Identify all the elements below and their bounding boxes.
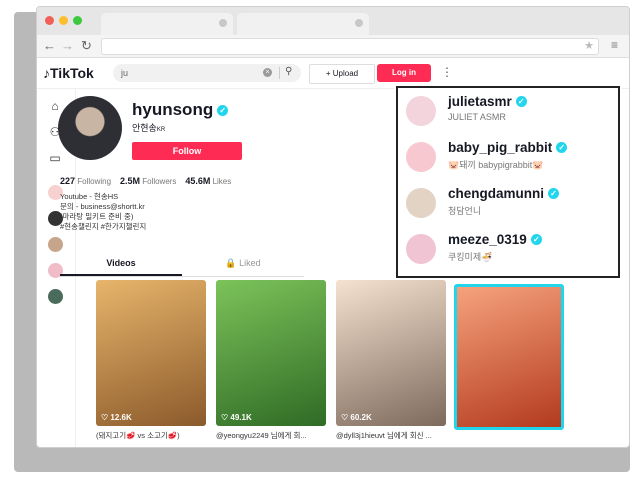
video-thumbnail[interactable]: ♡ 12.6K [96,280,206,426]
video-caption: (돼지고기🥩 vs 소고기🥩) [96,431,180,440]
video-views: ♡ 60.2K [341,413,372,422]
likes-count: 45.6M [185,176,211,186]
video-thumbnail[interactable]: ♡ 49.1K [216,280,326,426]
username-text: chengdamunni [448,186,545,201]
browser-tab[interactable] [101,13,233,35]
browser-menu-icon[interactable]: ≡ [611,38,618,52]
logo-text: TikTok [50,65,94,81]
suggestion-nickname: 🐷돼끼 babypigrabbit🐷 [448,160,544,170]
upload-button[interactable]: + Upload [309,64,375,84]
suggestion-nickname: JULIET ASMR [448,112,506,122]
username-text: meeze_0319 [448,232,527,247]
search-bar[interactable]: ju × ⚲ [113,64,301,82]
bookmark-star-icon[interactable]: ★ [584,39,594,52]
following-count: 227 [60,176,76,186]
suggestion-nickname: 청담언니 [448,206,482,216]
region-text: KR [156,127,166,133]
verified-badge-icon: ✓ [217,105,229,116]
verified-badge-icon: ✓ [530,234,542,245]
tiktok-note-icon: ♪ [43,65,50,81]
views-count: 49.1K [230,413,252,422]
search-icon[interactable]: ⚲ [285,66,292,77]
followed-account-avatar[interactable] [48,289,63,304]
video-views: ♡ 49.1K [221,413,252,422]
followers-count: 2.5M [119,176,140,186]
bio-line: Youtube - 현송HS [60,192,119,201]
home-icon[interactable]: ⌂ [48,99,62,113]
following-label: Following [77,177,112,186]
address-bar-row: ← → ↻ ★ ≡ [37,35,629,58]
video-caption: @dyll3j1hieuvt 님에게 회신 ... [336,431,432,440]
video-thumbnail[interactable]: ♡ 60.2K [336,280,446,426]
live-icon[interactable]: ▭ [48,151,62,165]
address-input[interactable]: ★ [101,38,599,55]
suggestion-nickname: 쿠킹미제🍜 [448,252,493,262]
bio-line: 문의 - business@shortt.kr [60,202,145,211]
suggestion-username: baby_pig_rabbit ✓ [448,140,568,155]
verified-badge-icon: ✓ [556,142,568,153]
suggestion-avatar [406,142,436,172]
profile-nickname: 안현송KR [132,121,165,134]
suggestion-item[interactable]: baby_pig_rabbit ✓ 🐷돼끼 babypigrabbit🐷 [406,140,612,180]
account-suggestions-popup: julietasmr ✓ JULIET ASMR baby_pig_rabbit ✓… [396,86,620,278]
follow-button[interactable]: Follow [132,142,242,160]
tab-liked[interactable]: 🔒 Liked [182,258,304,269]
suggestion-username: meeze_0319 ✓ [448,232,542,247]
profile-tabs: Videos 🔒 Liked [60,254,304,277]
liked-label: Liked [239,258,261,268]
tab-strip [37,7,629,35]
back-arrow-icon[interactable]: ← [43,38,56,53]
reload-icon[interactable]: ↻ [81,38,92,54]
views-count: 60.2K [350,413,372,422]
video-views: ♡ 12.6K [101,413,132,422]
nickname-text: 안현송 [132,123,157,133]
clear-search-icon[interactable]: × [263,68,272,77]
video-thumbnail-highlighted[interactable] [454,284,564,430]
search-input[interactable]: ju [121,68,128,78]
profile-username: hyunsong ✓ [132,100,229,120]
bio-line: #현송챌린지 #한가지챌린지 [60,222,147,231]
username-text: baby_pig_rabbit [448,140,553,155]
lock-icon: 🔒 [225,258,237,268]
suggestion-avatar [406,234,436,264]
followers-label: Followers [142,177,177,186]
close-window-dot[interactable] [45,16,54,25]
search-divider [279,67,280,79]
minimize-window-dot[interactable] [59,16,68,25]
forward-arrow-icon[interactable]: → [61,38,74,53]
suggestion-avatar [406,96,436,126]
suggestion-item[interactable]: chengdamunni ✓ 청담언니 [406,186,612,226]
upload-label: Upload [332,69,359,78]
bio-line: (마라탕 밀키트 준비 중) [60,212,134,221]
suggestion-username: julietasmr ✓ [448,94,527,109]
username-text: hyunsong [132,100,214,119]
username-text: julietasmr [448,94,512,109]
login-button[interactable]: Log in [377,64,431,82]
verified-badge-icon: ✓ [548,188,560,199]
suggestion-username: chengdamunni ✓ [448,186,560,201]
more-options-icon[interactable]: ⋮ [441,65,453,79]
views-count: 12.6K [110,413,132,422]
suggestion-item[interactable]: julietasmr ✓ JULIET ASMR [406,94,612,134]
tab-videos[interactable]: Videos [60,258,182,268]
video-caption: @yeongyu2249 님에게 회... [216,431,307,440]
tiktok-header: ♪TikTok ju × ⚲ + Upload Log in ⋮ [37,58,629,89]
profile-avatar [58,96,122,160]
tiktok-logo[interactable]: ♪TikTok [43,65,94,81]
profile-stats: 227 Following 2.5M Followers 45.6M Likes [60,176,231,186]
likes-label: Likes [212,177,232,186]
plus-icon: + [325,69,333,78]
suggestion-avatar [406,188,436,218]
followed-account-avatar[interactable] [48,237,63,252]
maximize-window-dot[interactable] [73,16,82,25]
active-tab-underline [60,274,182,276]
tab-close-icon[interactable] [219,19,227,27]
profile-bio: Youtube - 현송HS 문의 - business@shortt.kr (… [60,192,146,232]
browser-tab[interactable] [237,13,369,35]
tab-close-icon[interactable] [355,19,363,27]
verified-badge-icon: ✓ [515,96,527,107]
suggestion-item[interactable]: meeze_0319 ✓ 쿠킹미제🍜 [406,232,612,272]
